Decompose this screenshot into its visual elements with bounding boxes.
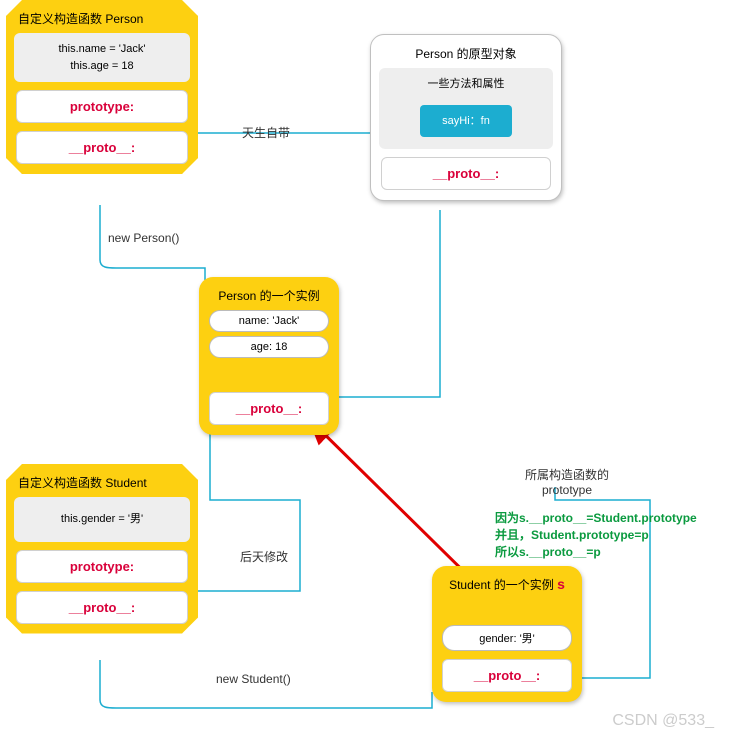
subtitle-text: 一些方法和属性 [385, 76, 547, 93]
edge-label-new-student: new Student() [216, 672, 291, 686]
edge-label-born: 天生自带 [242, 124, 290, 141]
field-pill: name: 'Jack' [209, 310, 329, 332]
person-ctor-title: 自定义构造函数 Person [18, 10, 186, 27]
student-instance-box: Student 的一个实例 s gender: '男' __proto__: [432, 566, 582, 702]
prototype-slot: prototype: [16, 90, 188, 123]
student-constructor-box: 自定义构造函数 Student this.gender = '男' protot… [6, 464, 198, 634]
person-constructor-box: 自定义构造函数 Person this.name = 'Jack' this.a… [6, 0, 198, 174]
edge-label-modify: 后天修改 [240, 548, 288, 565]
method-pill: sayHi：fn [420, 105, 512, 138]
person-instance-box: Person 的一个实例 name: 'Jack' age: 18 __prot… [199, 277, 339, 435]
proto-slot: __proto__: [442, 659, 572, 692]
person-proto-inner: 一些方法和属性 sayHi：fn [379, 68, 553, 149]
proto-slot: __proto__: [16, 591, 188, 624]
student-instance-title: Student 的一个实例 s [444, 576, 570, 593]
student-ctor-title: 自定义构造函数 Student [18, 474, 186, 491]
person-instance-title: Person 的一个实例 [211, 287, 327, 304]
code-line: this.age = 18 [20, 58, 184, 75]
person-ctor-body: this.name = 'Jack' this.age = 18 [14, 33, 190, 82]
prototype-slot: prototype: [16, 550, 188, 583]
proto-slot: __proto__: [209, 392, 329, 425]
code-line: this.gender = '男' [20, 511, 184, 528]
watermark-text: CSDN @533_ [612, 712, 714, 730]
edge-label-new-person: new Person() [108, 231, 179, 245]
edge-label-belongs: 所属构造函数的 prototype [507, 466, 627, 497]
field-pill: age: 18 [209, 336, 329, 358]
student-ctor-body: this.gender = '男' [14, 497, 190, 542]
person-prototype-box: Person 的原型对象 一些方法和属性 sayHi：fn __proto__: [370, 34, 562, 201]
title-text: Student 的一个实例 [449, 578, 557, 592]
explain-line: 并且，Student.prototype=p [495, 527, 697, 544]
instance-letter: s [557, 576, 565, 592]
explain-line: 因为s.__proto__=Student.prototype [495, 510, 697, 527]
explain-line: 所以s.__proto__=p [495, 544, 697, 561]
person-proto-title: Person 的原型对象 [383, 45, 549, 62]
belongs-line2: prototype [507, 483, 627, 497]
belongs-line1: 所属构造函数的 [507, 466, 627, 483]
proto-slot: __proto__: [381, 157, 551, 190]
explanation-text: 因为s.__proto__=Student.prototype 并且，Stude… [495, 510, 697, 560]
field-pill: gender: '男' [442, 625, 572, 651]
code-line: this.name = 'Jack' [20, 41, 184, 58]
proto-slot: __proto__: [16, 131, 188, 164]
